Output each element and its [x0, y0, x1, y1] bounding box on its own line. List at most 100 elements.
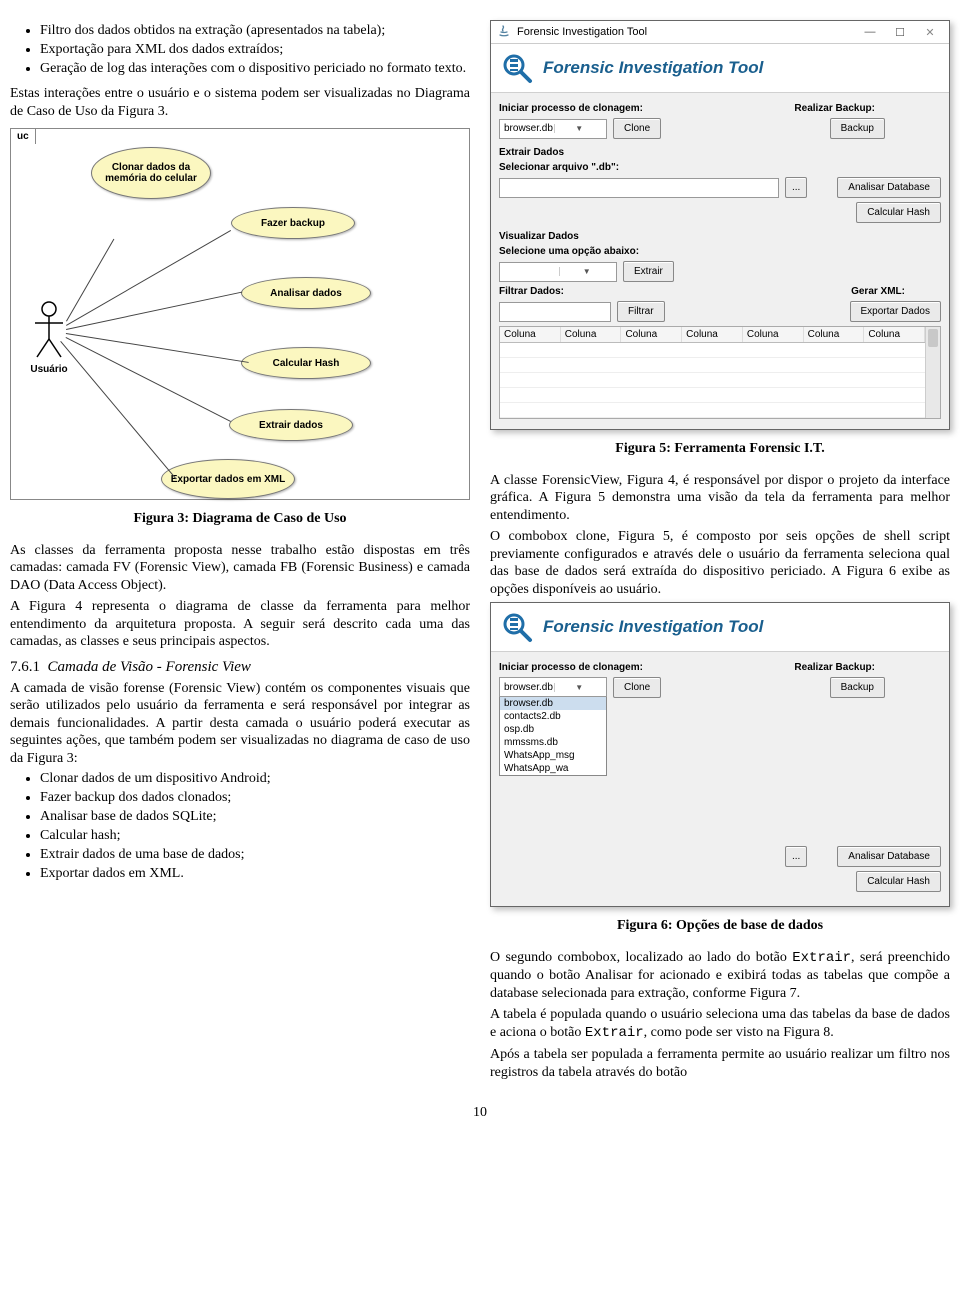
paragraph: A camada de visão forense (Forensic View…: [10, 680, 470, 768]
column-header: Coluna: [682, 327, 743, 342]
label-filter: Filtrar Dados:: [499, 286, 564, 297]
label-backup: Realizar Backup:: [794, 103, 875, 114]
column-header: Coluna: [500, 327, 561, 342]
figure-3-caption: Figura 3: Diagrama de Caso de Uso: [10, 510, 470, 528]
paragraph: As classes da ferramenta proposta nesse …: [10, 542, 470, 595]
section-heading-761: 7.6.1 Camada de Visão - Forensic View: [10, 659, 470, 676]
backup-button[interactable]: Backup: [830, 677, 885, 698]
top-bullet-list: Filtro dos dados obtidos na extração (ap…: [10, 23, 470, 77]
banner-title: Forensic Investigation Tool: [543, 58, 763, 78]
actor-label: Usuário: [29, 364, 69, 375]
diagram-tab: uc: [10, 128, 36, 144]
clone-combobox-open[interactable]: browser.db▼: [499, 677, 607, 697]
chevron-down-icon: ▼: [559, 267, 615, 276]
list-item: Exportar dados em XML.: [40, 866, 470, 882]
app-banner: Forensic Investigation Tool: [491, 603, 949, 652]
table-row: [500, 343, 925, 358]
usecase-diagram: uc Usuário Clonar dados da memória do ce…: [10, 128, 470, 500]
banner-title: Forensic Investigation Tool: [543, 617, 763, 637]
dropdown-option[interactable]: mmssms.db: [500, 736, 606, 749]
usecase-hash: Calcular Hash: [241, 347, 371, 379]
clone-combobox[interactable]: browser.db▼: [499, 119, 607, 139]
actor-usuario: Usuário: [29, 299, 69, 375]
table-row: [500, 358, 925, 373]
paragraph: Após a tabela ser populada a ferramenta …: [490, 1046, 950, 1081]
chevron-down-icon: ▼: [554, 124, 605, 133]
filter-button[interactable]: Filtrar: [617, 301, 665, 322]
maximize-icon[interactable]: ☐: [887, 24, 913, 40]
list-item: Clonar dados de um dispositivo Android;: [40, 771, 470, 787]
paragraph: O combobox clone, Figura 5, é composto p…: [490, 528, 950, 598]
left-column: Filtro dos dados obtidos na extração (ap…: [10, 20, 470, 1085]
column-header: Coluna: [804, 327, 865, 342]
paragraph: A Figura 4 representa o diagrama de clas…: [10, 598, 470, 651]
dropdown-option[interactable]: WhatsApp_msg: [500, 749, 606, 762]
vertical-scrollbar[interactable]: [925, 327, 940, 418]
clone-button[interactable]: Clone: [613, 677, 661, 698]
usecase-backup: Fazer backup: [231, 207, 355, 239]
list-item: Filtro dos dados obtidos na extração (ap…: [40, 23, 470, 39]
chevron-down-icon: ▼: [554, 683, 605, 692]
export-button[interactable]: Exportar Dados: [850, 301, 941, 322]
backup-button[interactable]: Backup: [830, 118, 885, 139]
list-item: Analisar base de dados SQLite;: [40, 809, 470, 825]
close-icon[interactable]: ✕: [917, 24, 943, 40]
label-gen-xml: Gerar XML:: [851, 286, 905, 297]
action-bullet-list: Clonar dados de um dispositivo Android; …: [10, 771, 470, 882]
section-extract: Extrair Dados: [499, 147, 941, 158]
dropdown-option[interactable]: browser.db: [500, 697, 606, 710]
magnifier-icon: [499, 609, 535, 645]
figure-5-window: Forensic Investigation Tool — ☐ ✕: [490, 20, 950, 430]
results-table: Coluna Coluna Coluna Coluna Coluna Colun…: [499, 326, 941, 419]
right-column: Forensic Investigation Tool — ☐ ✕: [490, 20, 950, 1085]
table-row: [500, 388, 925, 403]
label-clone: Iniciar processo de clonagem:: [499, 662, 643, 673]
label-choose-option: Selecione uma opção abaixo:: [499, 246, 639, 257]
calc-hash-button[interactable]: Calcular Hash: [856, 202, 941, 223]
minimize-icon[interactable]: —: [857, 24, 883, 40]
section-view: Visualizar Dados: [499, 231, 941, 242]
figure-6-caption: Figura 6: Opções de base de dados: [490, 917, 950, 935]
actor-icon: [29, 299, 69, 359]
list-item: Exportação para XML dos dados extraídos;: [40, 42, 470, 58]
column-header: Coluna: [864, 327, 925, 342]
column-header: Coluna: [621, 327, 682, 342]
window-titlebar: Forensic Investigation Tool — ☐ ✕: [491, 21, 949, 44]
app-banner: Forensic Investigation Tool: [491, 44, 949, 93]
dropdown-option[interactable]: WhatsApp_wa: [500, 762, 606, 775]
clone-dropdown-list[interactable]: browser.db contacts2.db osp.db mmssms.db…: [499, 696, 607, 776]
filter-input[interactable]: [499, 302, 611, 322]
dropdown-option[interactable]: contacts2.db: [500, 710, 606, 723]
table-row: [500, 403, 925, 418]
paragraph: Estas interações entre o usuário e o sis…: [10, 85, 470, 120]
usecase-clone: Clonar dados da memória do celular: [91, 147, 211, 199]
list-item: Fazer backup dos dados clonados;: [40, 790, 470, 806]
label-backup: Realizar Backup:: [794, 662, 875, 673]
label-clone: Iniciar processo de clonagem:: [499, 103, 643, 114]
clone-button[interactable]: Clone: [613, 118, 661, 139]
analyze-db-button[interactable]: Analisar Database: [837, 846, 941, 867]
magnifier-icon: [499, 50, 535, 86]
paragraph: A tabela é populada quando o usuário sel…: [490, 1006, 950, 1042]
column-header: Coluna: [561, 327, 622, 342]
figure-6-window: Forensic Investigation Tool Iniciar proc…: [490, 602, 950, 907]
paragraph: O segundo combobox, localizado ao lado d…: [490, 949, 950, 1003]
list-item: Calcular hash;: [40, 828, 470, 844]
column-header: Coluna: [743, 327, 804, 342]
calc-hash-button[interactable]: Calcular Hash: [856, 871, 941, 892]
db-path-input[interactable]: [499, 178, 779, 198]
table-row: [500, 373, 925, 388]
analyze-db-button[interactable]: Analisar Database: [837, 177, 941, 198]
paragraph: A classe ForensicView, Figura 4, é respo…: [490, 472, 950, 525]
usecase-analyze: Analisar dados: [241, 277, 371, 309]
browse-button[interactable]: ...: [785, 846, 807, 867]
window-title: Forensic Investigation Tool: [517, 26, 851, 38]
extract-combobox[interactable]: ▼: [499, 262, 617, 282]
extract-button[interactable]: Extrair: [623, 261, 674, 282]
label-select-db: Selecionar arquivo ".db":: [499, 162, 619, 173]
browse-button[interactable]: ...: [785, 177, 807, 198]
usecase-export: Exportar dados em XML: [161, 459, 295, 499]
figure-5-caption: Figura 5: Ferramenta Forensic I.T.: [490, 440, 950, 458]
usecase-extract: Extrair dados: [229, 409, 353, 441]
dropdown-option[interactable]: osp.db: [500, 723, 606, 736]
